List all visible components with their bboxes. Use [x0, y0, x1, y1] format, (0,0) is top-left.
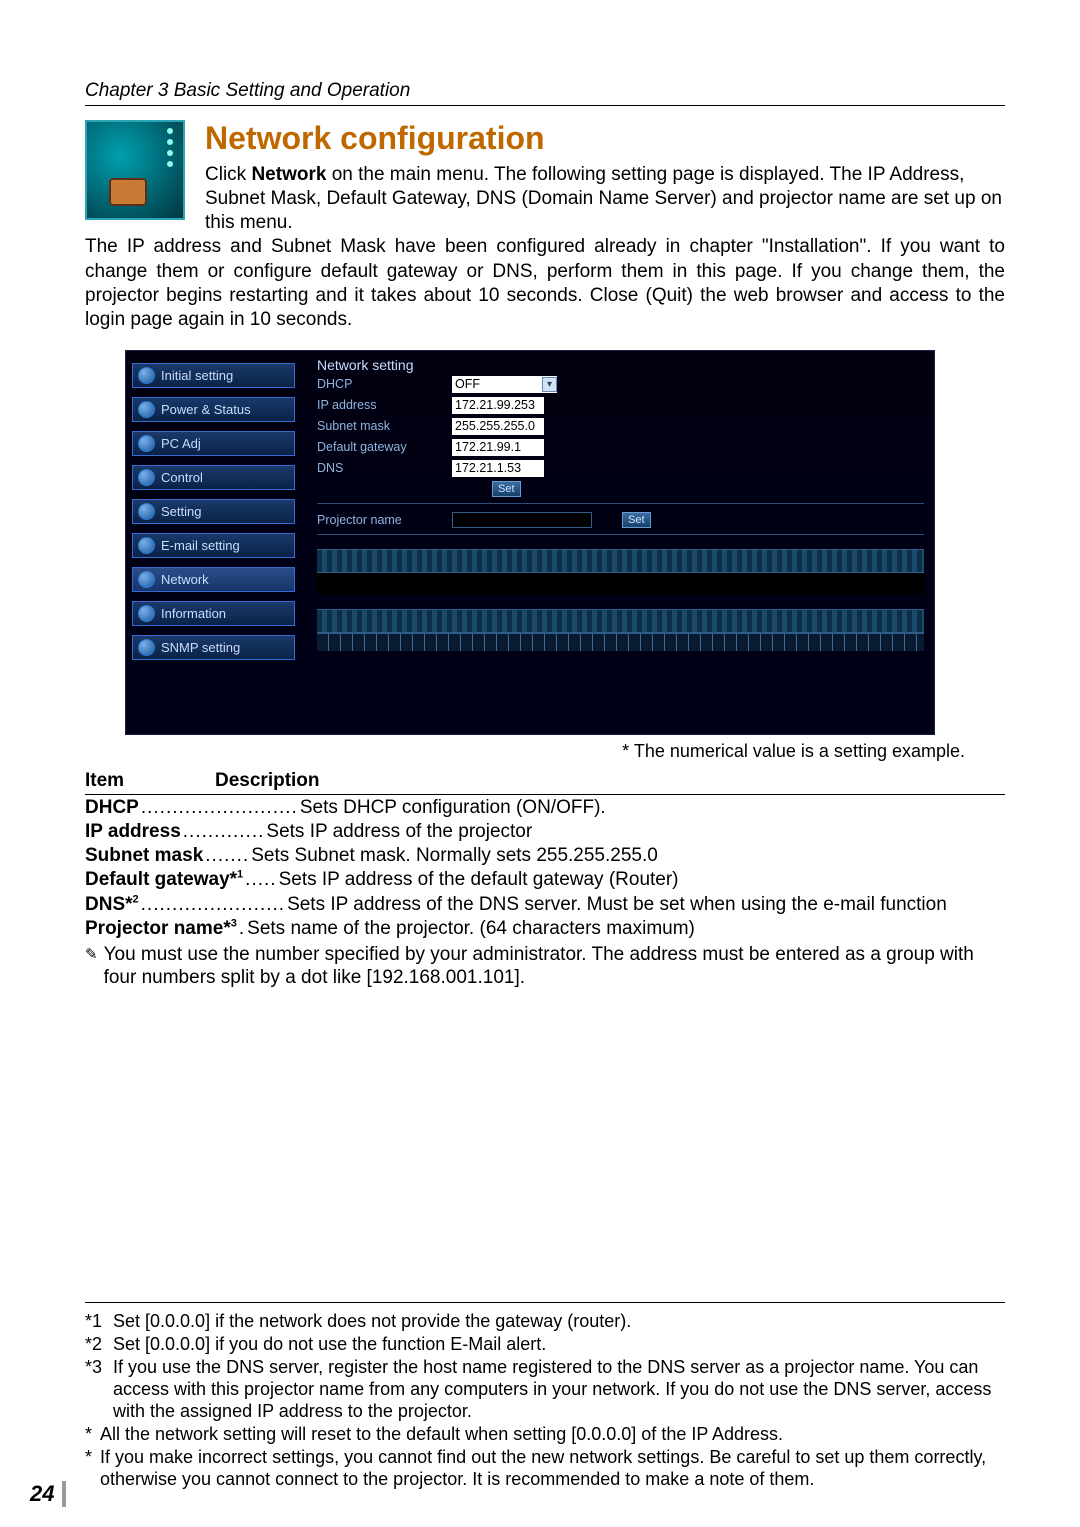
sidebar-icon: [138, 401, 155, 418]
projector-name-field[interactable]: [452, 512, 592, 528]
section-heading: Network configuration: [205, 120, 1005, 157]
subnet-field[interactable]: 255.255.255.0: [452, 418, 544, 435]
sidebar-item-power-status[interactable]: Power & Status: [132, 397, 295, 422]
decorative-band: [317, 573, 924, 595]
sidebar-label: Network: [161, 572, 209, 587]
sidebar-item-setting[interactable]: Setting: [132, 499, 295, 524]
decorative-ticks: [317, 633, 924, 651]
section-projector-icon: [85, 120, 185, 220]
description-table: Item Description DHCP...................…: [85, 770, 1005, 990]
sidebar-icon: [138, 367, 155, 384]
sidebar-item-control[interactable]: Control: [132, 465, 295, 490]
usage-note: ✎ You must use the number specified by y…: [85, 944, 1005, 990]
sidebar-label: Setting: [161, 504, 201, 519]
label-dhcp: DHCP: [317, 377, 452, 391]
desc-row: IP address.............Sets IP address o…: [85, 820, 1005, 843]
footnotes: *1Set [0.0.0.0] if the network does not …: [85, 1302, 1005, 1492]
sidebar-item-network[interactable]: Network: [132, 567, 295, 592]
sidebar-item-snmp-setting[interactable]: SNMP setting: [132, 635, 295, 660]
label-gateway: Default gateway: [317, 440, 452, 454]
footnote: *All the network setting will reset to t…: [85, 1424, 1005, 1446]
sidebar-icon: [138, 571, 155, 588]
sidebar-item-pc-adj[interactable]: PC Adj: [132, 431, 295, 456]
dhcp-value: OFF: [455, 376, 480, 393]
footnote: *If you make incorrect settings, you can…: [85, 1447, 1005, 1491]
sidebar-item-information[interactable]: Information: [132, 601, 295, 626]
ip-field[interactable]: 172.21.99.253: [452, 397, 544, 414]
sidebar-icon: [138, 537, 155, 554]
network-setting-screenshot: Initial setting Power & Status PC Adj Co…: [125, 350, 935, 735]
intro-paragraph: Click Network on the main menu. The foll…: [205, 163, 1005, 235]
footnote: *3If you use the DNS server, register th…: [85, 1357, 1005, 1423]
sidebar-label: Power & Status: [161, 402, 251, 417]
footnote: *1Set [0.0.0.0] if the network does not …: [85, 1311, 1005, 1333]
label-subnet: Subnet mask: [317, 419, 452, 433]
desc-row: DHCP.........................Sets DHCP c…: [85, 796, 1005, 819]
gateway-field[interactable]: 172.21.99.1: [452, 439, 544, 456]
desc-row: DNS*2.......................Sets IP addr…: [85, 893, 1005, 916]
sidebar-label: PC Adj: [161, 436, 201, 451]
sidebar-label: E-mail setting: [161, 538, 240, 553]
label-projector-name: Projector name: [317, 513, 452, 527]
col-description: Description: [215, 770, 320, 792]
dhcp-select[interactable]: OFF ▾: [452, 376, 557, 393]
label-dns: DNS: [317, 461, 452, 475]
decorative-band: [317, 549, 924, 573]
desc-row: Subnet mask.......Sets Subnet mask. Norm…: [85, 844, 1005, 867]
chapter-header: Chapter 3 Basic Setting and Operation: [85, 80, 1005, 106]
sidebar: Initial setting Power & Status PC Adj Co…: [126, 351, 301, 734]
sidebar-label: SNMP setting: [161, 640, 240, 655]
dns-field[interactable]: 172.21.1.53: [452, 460, 544, 477]
page-number: 24: [30, 1481, 66, 1507]
screenshot-caption: * The numerical value is a setting examp…: [85, 741, 965, 762]
desc-row: Projector name*3.Sets name of the projec…: [85, 917, 1005, 940]
settings-panel: Network setting DHCP OFF ▾ IP address172…: [301, 351, 934, 734]
chevron-down-icon[interactable]: ▾: [542, 377, 557, 392]
decorative-band: [317, 609, 924, 633]
sidebar-item-email-setting[interactable]: E-mail setting: [132, 533, 295, 558]
sidebar-label: Control: [161, 470, 203, 485]
sidebar-icon: [138, 639, 155, 656]
footnote: *2Set [0.0.0.0] if you do not use the fu…: [85, 1334, 1005, 1356]
sidebar-icon: [138, 503, 155, 520]
label-ip: IP address: [317, 398, 452, 412]
sidebar-icon: [138, 469, 155, 486]
col-item: Item: [85, 770, 215, 792]
sidebar-item-initial-setting[interactable]: Initial setting: [132, 363, 295, 388]
sidebar-icon: [138, 605, 155, 622]
sidebar-label: Initial setting: [161, 368, 233, 383]
set-button-network[interactable]: Set: [492, 481, 521, 497]
body-paragraph: The IP address and Subnet Mask have been…: [85, 235, 1005, 332]
set-button-pname[interactable]: Set: [622, 512, 651, 528]
desc-row: Default gateway*1.....Sets IP address of…: [85, 868, 1005, 891]
pen-icon: ✎: [85, 944, 98, 990]
sidebar-label: Information: [161, 606, 226, 621]
sidebar-icon: [138, 435, 155, 452]
panel-title: Network setting: [317, 357, 924, 373]
